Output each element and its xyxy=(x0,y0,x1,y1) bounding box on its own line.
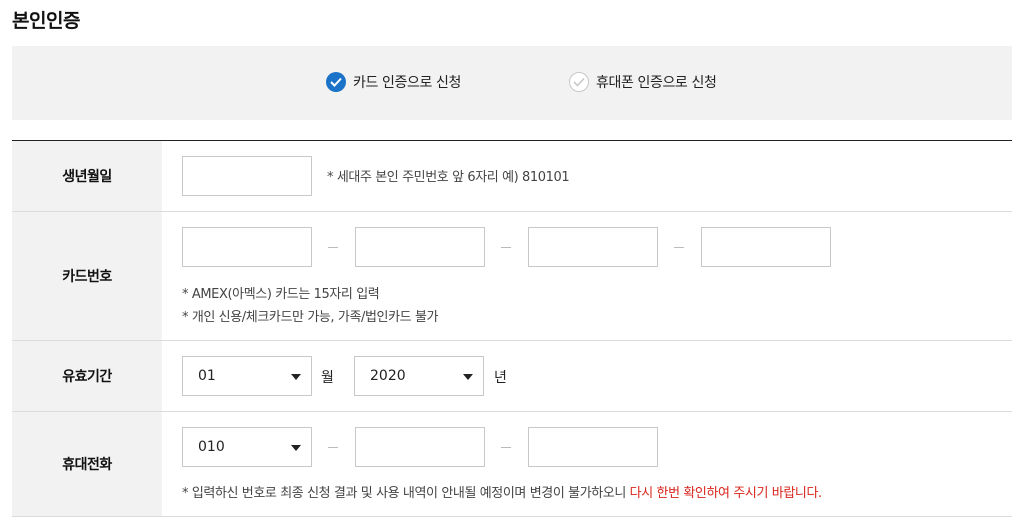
birth-note: * 세대주 본인 주민번호 앞 6자리 예) 810101 xyxy=(327,170,570,185)
page-title: 본인인증 xyxy=(12,10,80,32)
dropdown-arrow-icon xyxy=(291,374,301,380)
card-auth-label: 카드 인증으로 신청 xyxy=(353,75,461,91)
expiry-year-value: 2020 xyxy=(370,368,406,384)
year-unit: 년 xyxy=(494,370,507,386)
phone-prefix-value: 010 xyxy=(198,439,225,455)
phone-note-warning: 다시 한번 확인하여 주시기 바랍니다. xyxy=(629,486,822,501)
card-row: 카드번호 * AMEX(아멕스) 카드는 15자리 입력 * 개인 신용/체크카… xyxy=(12,212,1012,341)
card-auth-option[interactable]: 카드 인증으로 신청 xyxy=(326,72,461,92)
card-note-personal: * 개인 신용/체크카드만 가능, 가족/법인카드 불가 xyxy=(182,310,439,325)
phone-auth-option[interactable]: 휴대폰 인증으로 신청 xyxy=(569,72,717,92)
separator-dash xyxy=(674,247,684,248)
phone-row: 휴대전화 010 * 입력하신 번호로 최종 신청 결과 및 사용 내역이 안내… xyxy=(12,412,1012,517)
verification-form: 생년월일 * 세대주 본인 주민번호 앞 6자리 예) 810101 카드번호 … xyxy=(12,140,1012,517)
card-number-input-2[interactable] xyxy=(355,227,485,267)
separator-dash xyxy=(328,447,338,448)
phone-note: * 입력하신 번호로 최종 신청 결과 및 사용 내역이 안내될 예정이며 변경… xyxy=(182,482,822,501)
separator-dash xyxy=(501,247,511,248)
check-circle-icon xyxy=(326,72,346,92)
phone-middle-input[interactable] xyxy=(355,427,485,467)
card-label: 카드번호 xyxy=(12,212,162,340)
month-unit: 월 xyxy=(321,370,334,386)
phone-prefix-select[interactable]: 010 xyxy=(182,427,312,467)
expiry-year-select[interactable]: 2020 xyxy=(354,356,484,396)
card-number-input-3[interactable] xyxy=(528,227,658,267)
birth-input[interactable] xyxy=(182,156,312,196)
card-note-amex: * AMEX(아멕스) 카드는 15자리 입력 xyxy=(182,287,380,302)
dropdown-arrow-icon xyxy=(463,374,473,380)
card-number-input-4[interactable] xyxy=(701,227,831,267)
expiry-month-select[interactable]: 01 xyxy=(182,356,312,396)
dropdown-arrow-icon xyxy=(291,445,301,451)
expiry-month-value: 01 xyxy=(198,368,216,384)
birth-row: 생년월일 * 세대주 본인 주민번호 앞 6자리 예) 810101 xyxy=(12,141,1012,212)
separator-dash xyxy=(501,447,511,448)
birth-label: 생년월일 xyxy=(12,141,162,211)
card-number-input-1[interactable] xyxy=(182,227,312,267)
expiry-label: 유효기간 xyxy=(12,341,162,411)
expiry-row: 유효기간 01 월 2020 년 xyxy=(12,341,1012,412)
phone-note-text: * 입력하신 번호로 최종 신청 결과 및 사용 내역이 안내될 예정이며 변경… xyxy=(182,486,630,501)
phone-last-input[interactable] xyxy=(528,427,658,467)
check-circle-outline-icon xyxy=(569,72,589,92)
separator-dash xyxy=(328,247,338,248)
auth-method-selector: 카드 인증으로 신청 휴대폰 인증으로 신청 xyxy=(12,46,1012,120)
phone-label: 휴대전화 xyxy=(12,412,162,516)
phone-auth-label: 휴대폰 인증으로 신청 xyxy=(596,75,717,91)
